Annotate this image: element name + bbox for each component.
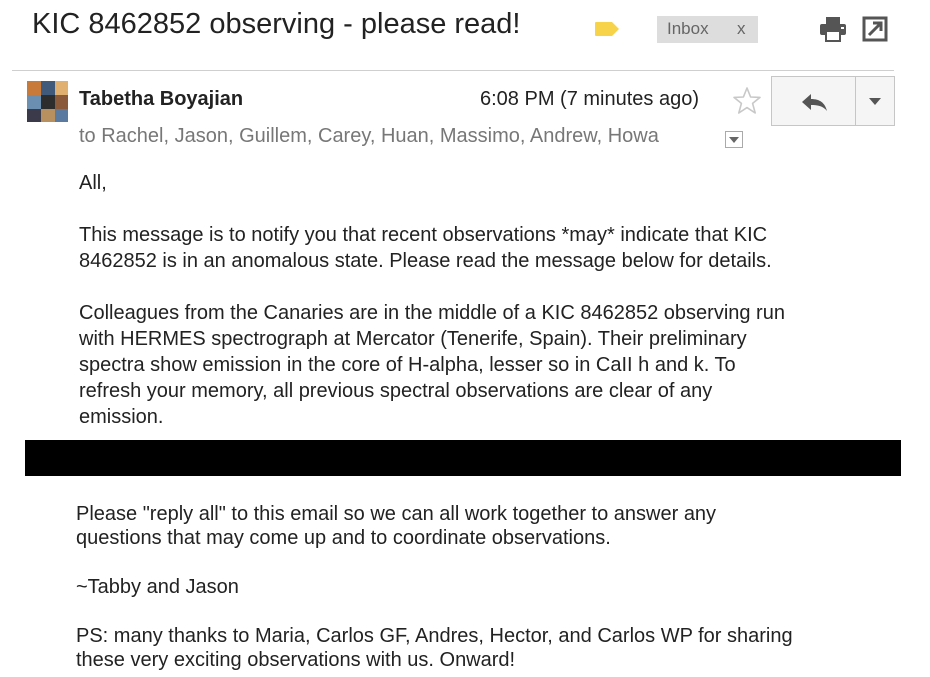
inbox-label-text: Inbox — [667, 19, 709, 38]
body-line: with HERMES spectrograph at Mercator (Te… — [79, 328, 747, 350]
inbox-label-chip[interactable]: Inbox x — [657, 16, 758, 43]
star-icon[interactable] — [732, 86, 762, 116]
greeting-text: All, — [79, 172, 107, 194]
remove-label-button[interactable]: x — [737, 19, 746, 39]
label-tag-icon[interactable] — [594, 21, 620, 37]
reply-arrow-icon — [802, 94, 827, 111]
reply-button[interactable] — [771, 76, 855, 126]
signoff-text: ~Tabby and Jason — [76, 576, 239, 598]
body-line: emission. — [79, 406, 164, 428]
sender-avatar[interactable] — [27, 81, 68, 122]
email-subject: KIC 8462852 observing - please read! — [32, 8, 521, 40]
show-details-icon[interactable] — [725, 131, 743, 148]
body-line: spectra show emission in the core of H-a… — [79, 354, 736, 376]
body-line: questions that may come up and to coordi… — [76, 527, 611, 549]
body-line: Colleagues from the Canaries are in the … — [79, 302, 785, 324]
message-timestamp: 6:08 PM (7 minutes ago) — [480, 88, 699, 110]
paragraph-notice: This message is to notify you that recen… — [79, 222, 772, 274]
body-line: PS: many thanks to Maria, Carlos GF, And… — [76, 625, 793, 647]
paragraph-reply-all: Please "reply all" to this email so we c… — [76, 502, 716, 550]
more-actions-button[interactable] — [855, 76, 895, 126]
body-line: these very exciting observations with us… — [76, 649, 516, 671]
paragraph-ps: PS: many thanks to Maria, Carlos GF, And… — [76, 624, 793, 672]
sender-name[interactable]: Tabetha Boyajian — [79, 88, 243, 111]
print-icon[interactable] — [818, 16, 848, 42]
paragraph-observations: Colleagues from the Canaries are in the … — [79, 300, 785, 430]
dropdown-arrow-icon — [869, 98, 881, 105]
redaction-bar — [25, 440, 901, 476]
body-line: Please "reply all" to this email so we c… — [76, 503, 717, 525]
chevron-down-icon — [729, 137, 739, 143]
header-divider — [12, 70, 894, 71]
body-line: This message is to notify you that recen… — [79, 224, 768, 246]
recipients-line: to Rachel, Jason, Guillem, Carey, Huan, … — [79, 125, 659, 147]
new-window-icon[interactable] — [862, 16, 888, 42]
body-line: refresh your memory, all previous spectr… — [79, 380, 713, 402]
body-line: 8462852 is in an anomalous state. Please… — [79, 250, 772, 272]
